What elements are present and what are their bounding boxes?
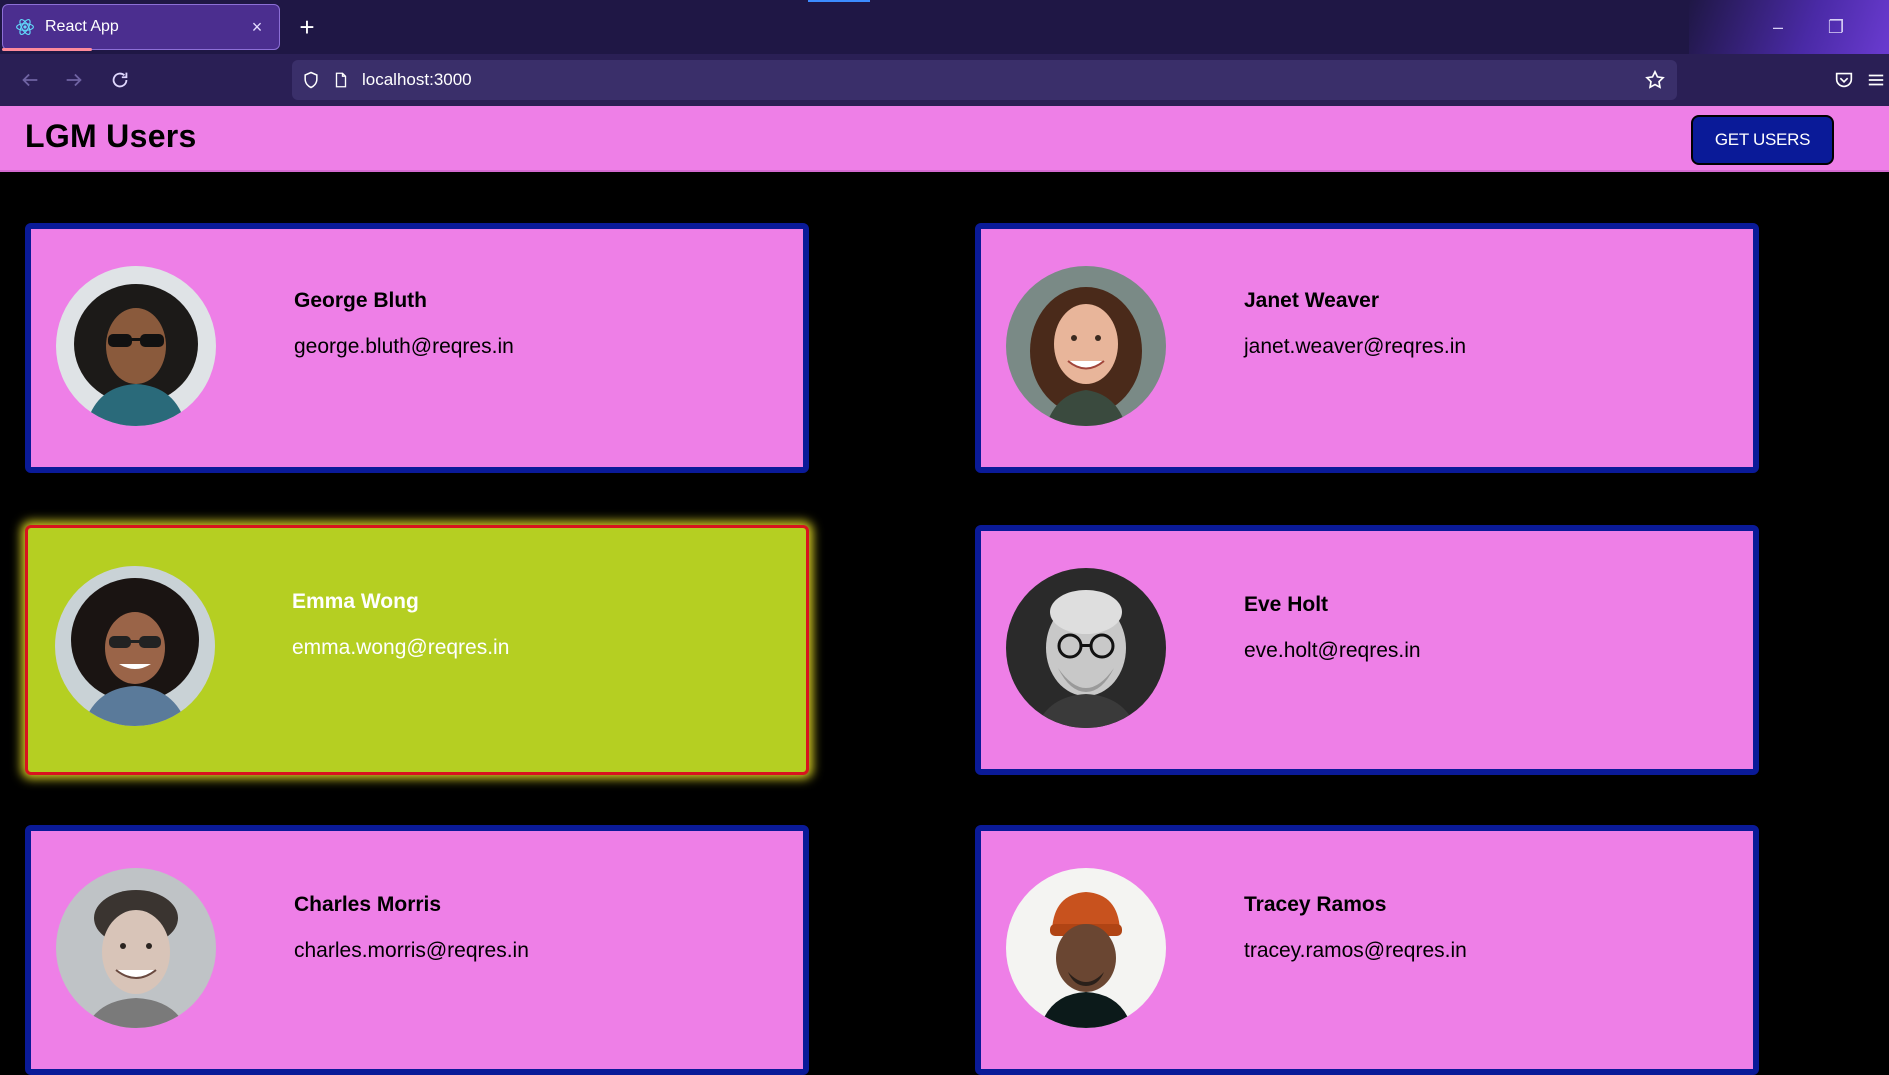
user-email: tracey.ramos@reqres.in [1244,939,1467,962]
page-title: LGM Users [25,118,197,154]
address-bar[interactable]: localhost:3000 [292,60,1677,100]
browser-toolbar: localhost:3000 [0,54,1889,106]
shield-icon[interactable] [300,69,322,91]
user-email: eve.holt@reqres.in [1244,639,1421,662]
user-grid: George Bluth george.bluth@reqres.in Jane… [0,172,1889,1075]
get-users-button[interactable]: GET USERS [1691,115,1834,165]
user-card-selected[interactable]: Emma Wong emma.wong@reqres.in [25,525,809,775]
new-tab-button[interactable]: + [292,10,322,44]
reload-icon[interactable] [102,62,138,98]
user-name: Eve Holt [1244,593,1329,616]
page-icon [330,69,352,91]
user-name: Janet Weaver [1244,289,1380,312]
avatar [1006,568,1166,728]
user-name: Charles Morris [294,893,442,916]
restore-button[interactable]: ❐ [1816,10,1856,44]
minimize-button[interactable]: – [1758,10,1798,44]
user-card[interactable]: Charles Morris charles.morris@reqres.in [25,825,809,1075]
avatar [1006,266,1166,426]
pocket-icon[interactable] [1827,62,1861,98]
user-card[interactable]: George Bluth george.bluth@reqres.in [25,223,809,473]
user-name: Tracey Ramos [1244,893,1387,916]
avatar [56,868,216,1028]
user-email: george.bluth@reqres.in [294,335,514,358]
tab-title: React App [45,18,119,35]
user-email: janet.weaver@reqres.in [1244,335,1467,358]
bookmark-star-icon[interactable] [1643,68,1667,92]
user-email: charles.morris@reqres.in [294,939,529,962]
browser-titlebar: React App × + – ❐ [0,0,1889,54]
avatar [56,266,216,426]
user-name: Emma Wong [292,590,419,613]
tab-active-underline [2,48,92,51]
url-text[interactable]: localhost:3000 [362,70,472,90]
tab-close-icon[interactable]: × [247,17,267,37]
user-card[interactable]: Eve Holt eve.holt@reqres.in [975,525,1759,775]
user-email: emma.wong@reqres.in [292,636,510,659]
user-name: George Bluth [294,289,428,312]
avatar [1006,868,1166,1028]
browser-tab[interactable]: React App × [2,4,280,50]
back-arrow-icon[interactable] [12,62,48,98]
tab-strip-indicator [808,0,870,2]
user-card[interactable]: Tracey Ramos tracey.ramos@reqres.in [975,825,1759,1075]
menu-icon[interactable] [1866,62,1886,98]
app-header: LGM Users GET USERS [0,106,1889,172]
user-card[interactable]: Janet Weaver janet.weaver@reqres.in [975,223,1759,473]
avatar [55,566,215,726]
react-logo-icon [15,17,35,37]
forward-arrow-icon[interactable] [56,62,92,98]
